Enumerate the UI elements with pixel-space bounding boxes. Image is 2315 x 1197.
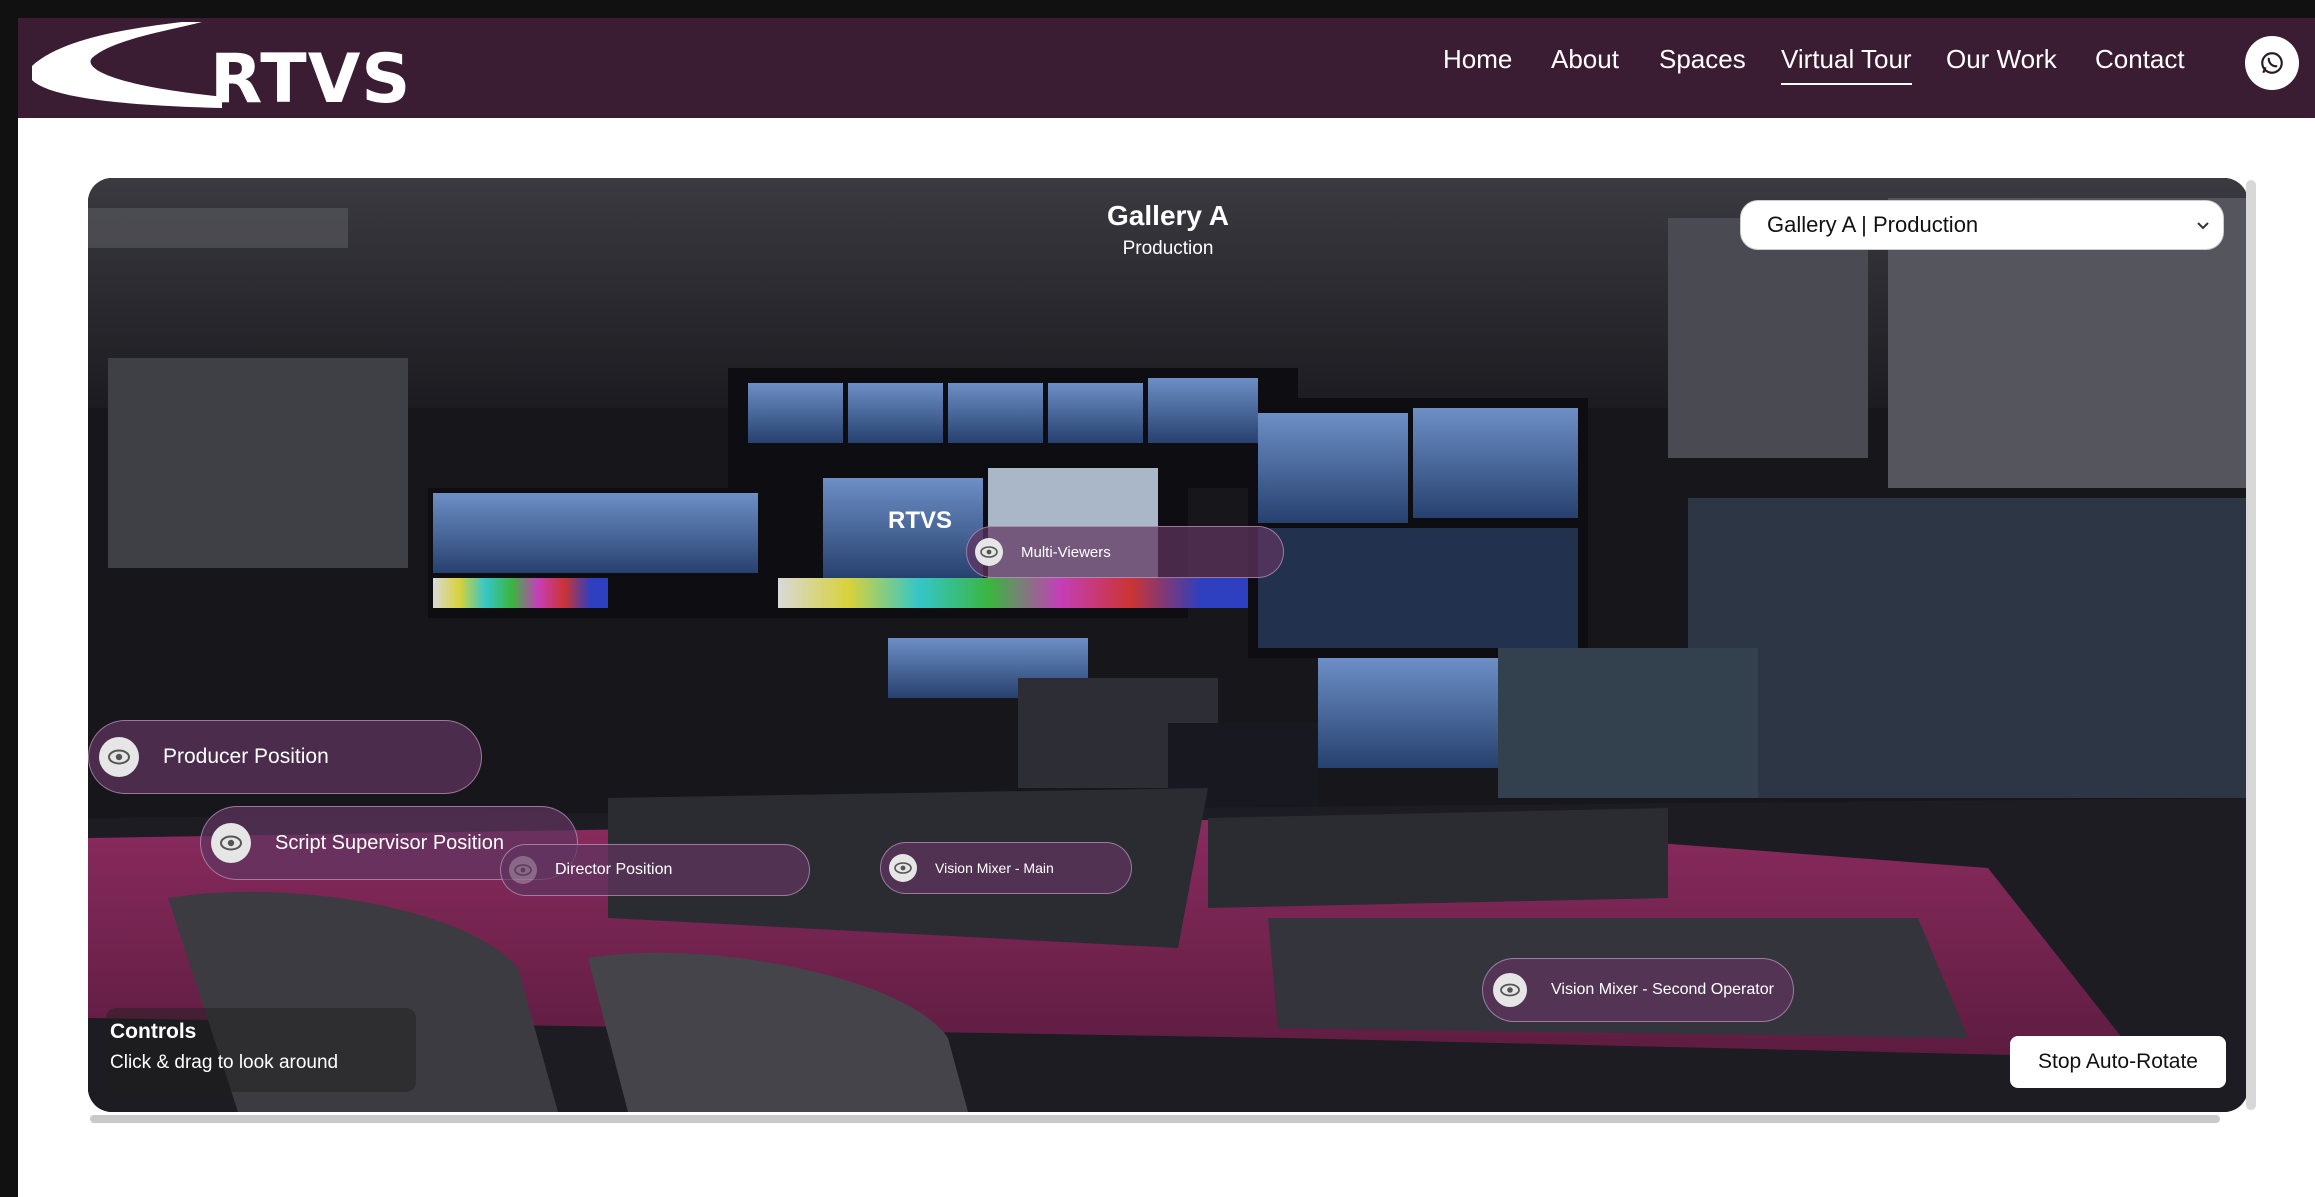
hotspot-label: Vision Mixer - Main [935, 860, 1054, 876]
hotspot-producer-position[interactable]: Producer Position [88, 720, 482, 794]
whatsapp-icon [2261, 52, 2283, 74]
eye-icon [509, 856, 537, 884]
controls-hint: Click & drag to look around [110, 1052, 339, 1073]
viewer-vertical-scrollbar[interactable] [2246, 180, 2256, 1110]
hotspot-multi-viewers[interactable]: Multi-Viewers [966, 526, 1284, 578]
gallery-select-value: Gallery A | Production [1767, 212, 1979, 237]
control-room-panorama[interactable]: RTVS [88, 178, 2248, 1112]
panorama-viewer[interactable]: RTVS Gallery A Production Gallery A | Pr… [88, 178, 2248, 1112]
hotspot-label: Multi-Viewers [1021, 543, 1111, 561]
controls-title: Controls [110, 1020, 197, 1043]
eye-icon [889, 854, 917, 882]
screen-logo-text: RTVS [888, 507, 952, 534]
site-logo[interactable]: RTVS [22, 18, 410, 119]
eye-icon [975, 538, 1003, 566]
stop-auto-rotate-button[interactable]: Stop Auto-Rotate [2010, 1036, 2226, 1088]
hotspot-label: Vision Mixer - Second Operator [1551, 981, 1774, 998]
viewer-horizontal-scrollbar[interactable] [90, 1115, 2220, 1123]
eye-icon [99, 737, 139, 777]
hotspot-label: Producer Position [163, 745, 329, 768]
hotspot-vision-mixer-second-operator[interactable]: Vision Mixer - Second Operator [1482, 958, 1794, 1022]
nav-contact[interactable]: Contact [2095, 44, 2185, 75]
chevron-down-icon [2197, 222, 2209, 230]
nav-our-work[interactable]: Our Work [1946, 44, 2057, 75]
hotspot-label: Director Position [555, 861, 673, 878]
nav-spaces[interactable]: Spaces [1659, 44, 1746, 75]
hotspot-director-position[interactable]: Director Position [500, 844, 810, 896]
hotspot-vision-mixer-main[interactable]: Vision Mixer - Main [880, 842, 1132, 894]
logo-text: RTVS [210, 40, 412, 119]
nav-about[interactable]: About [1551, 44, 1619, 75]
gallery-select[interactable]: Gallery A | Production [1740, 200, 2224, 250]
logo-swoosh-icon [32, 22, 262, 108]
eye-icon [211, 823, 251, 863]
eye-icon [1493, 973, 1527, 1007]
whatsapp-button[interactable] [2245, 36, 2299, 90]
nav-virtual-tour[interactable]: Virtual Tour [1781, 44, 1912, 85]
nav-home[interactable]: Home [1443, 44, 1512, 75]
controls-help-panel: Controls Click & drag to look around [106, 1008, 416, 1092]
hotspot-label: Script Supervisor Position [275, 831, 504, 854]
